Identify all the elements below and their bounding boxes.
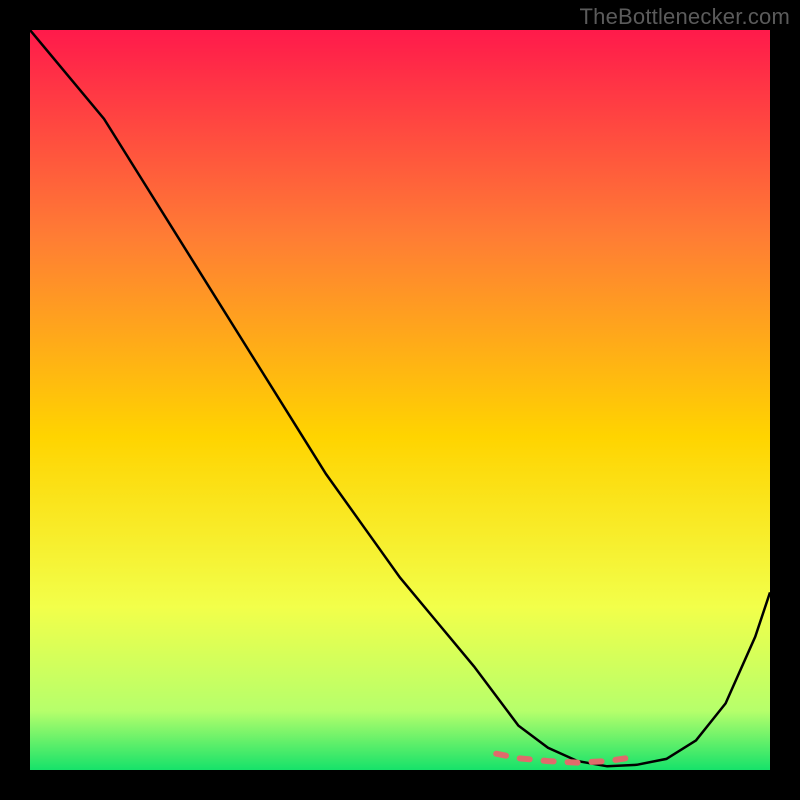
watermark-text: TheBottlenecker.com <box>580 4 790 30</box>
bottleneck-chart <box>30 30 770 770</box>
gradient-background <box>30 30 770 770</box>
chart-frame <box>30 30 770 770</box>
